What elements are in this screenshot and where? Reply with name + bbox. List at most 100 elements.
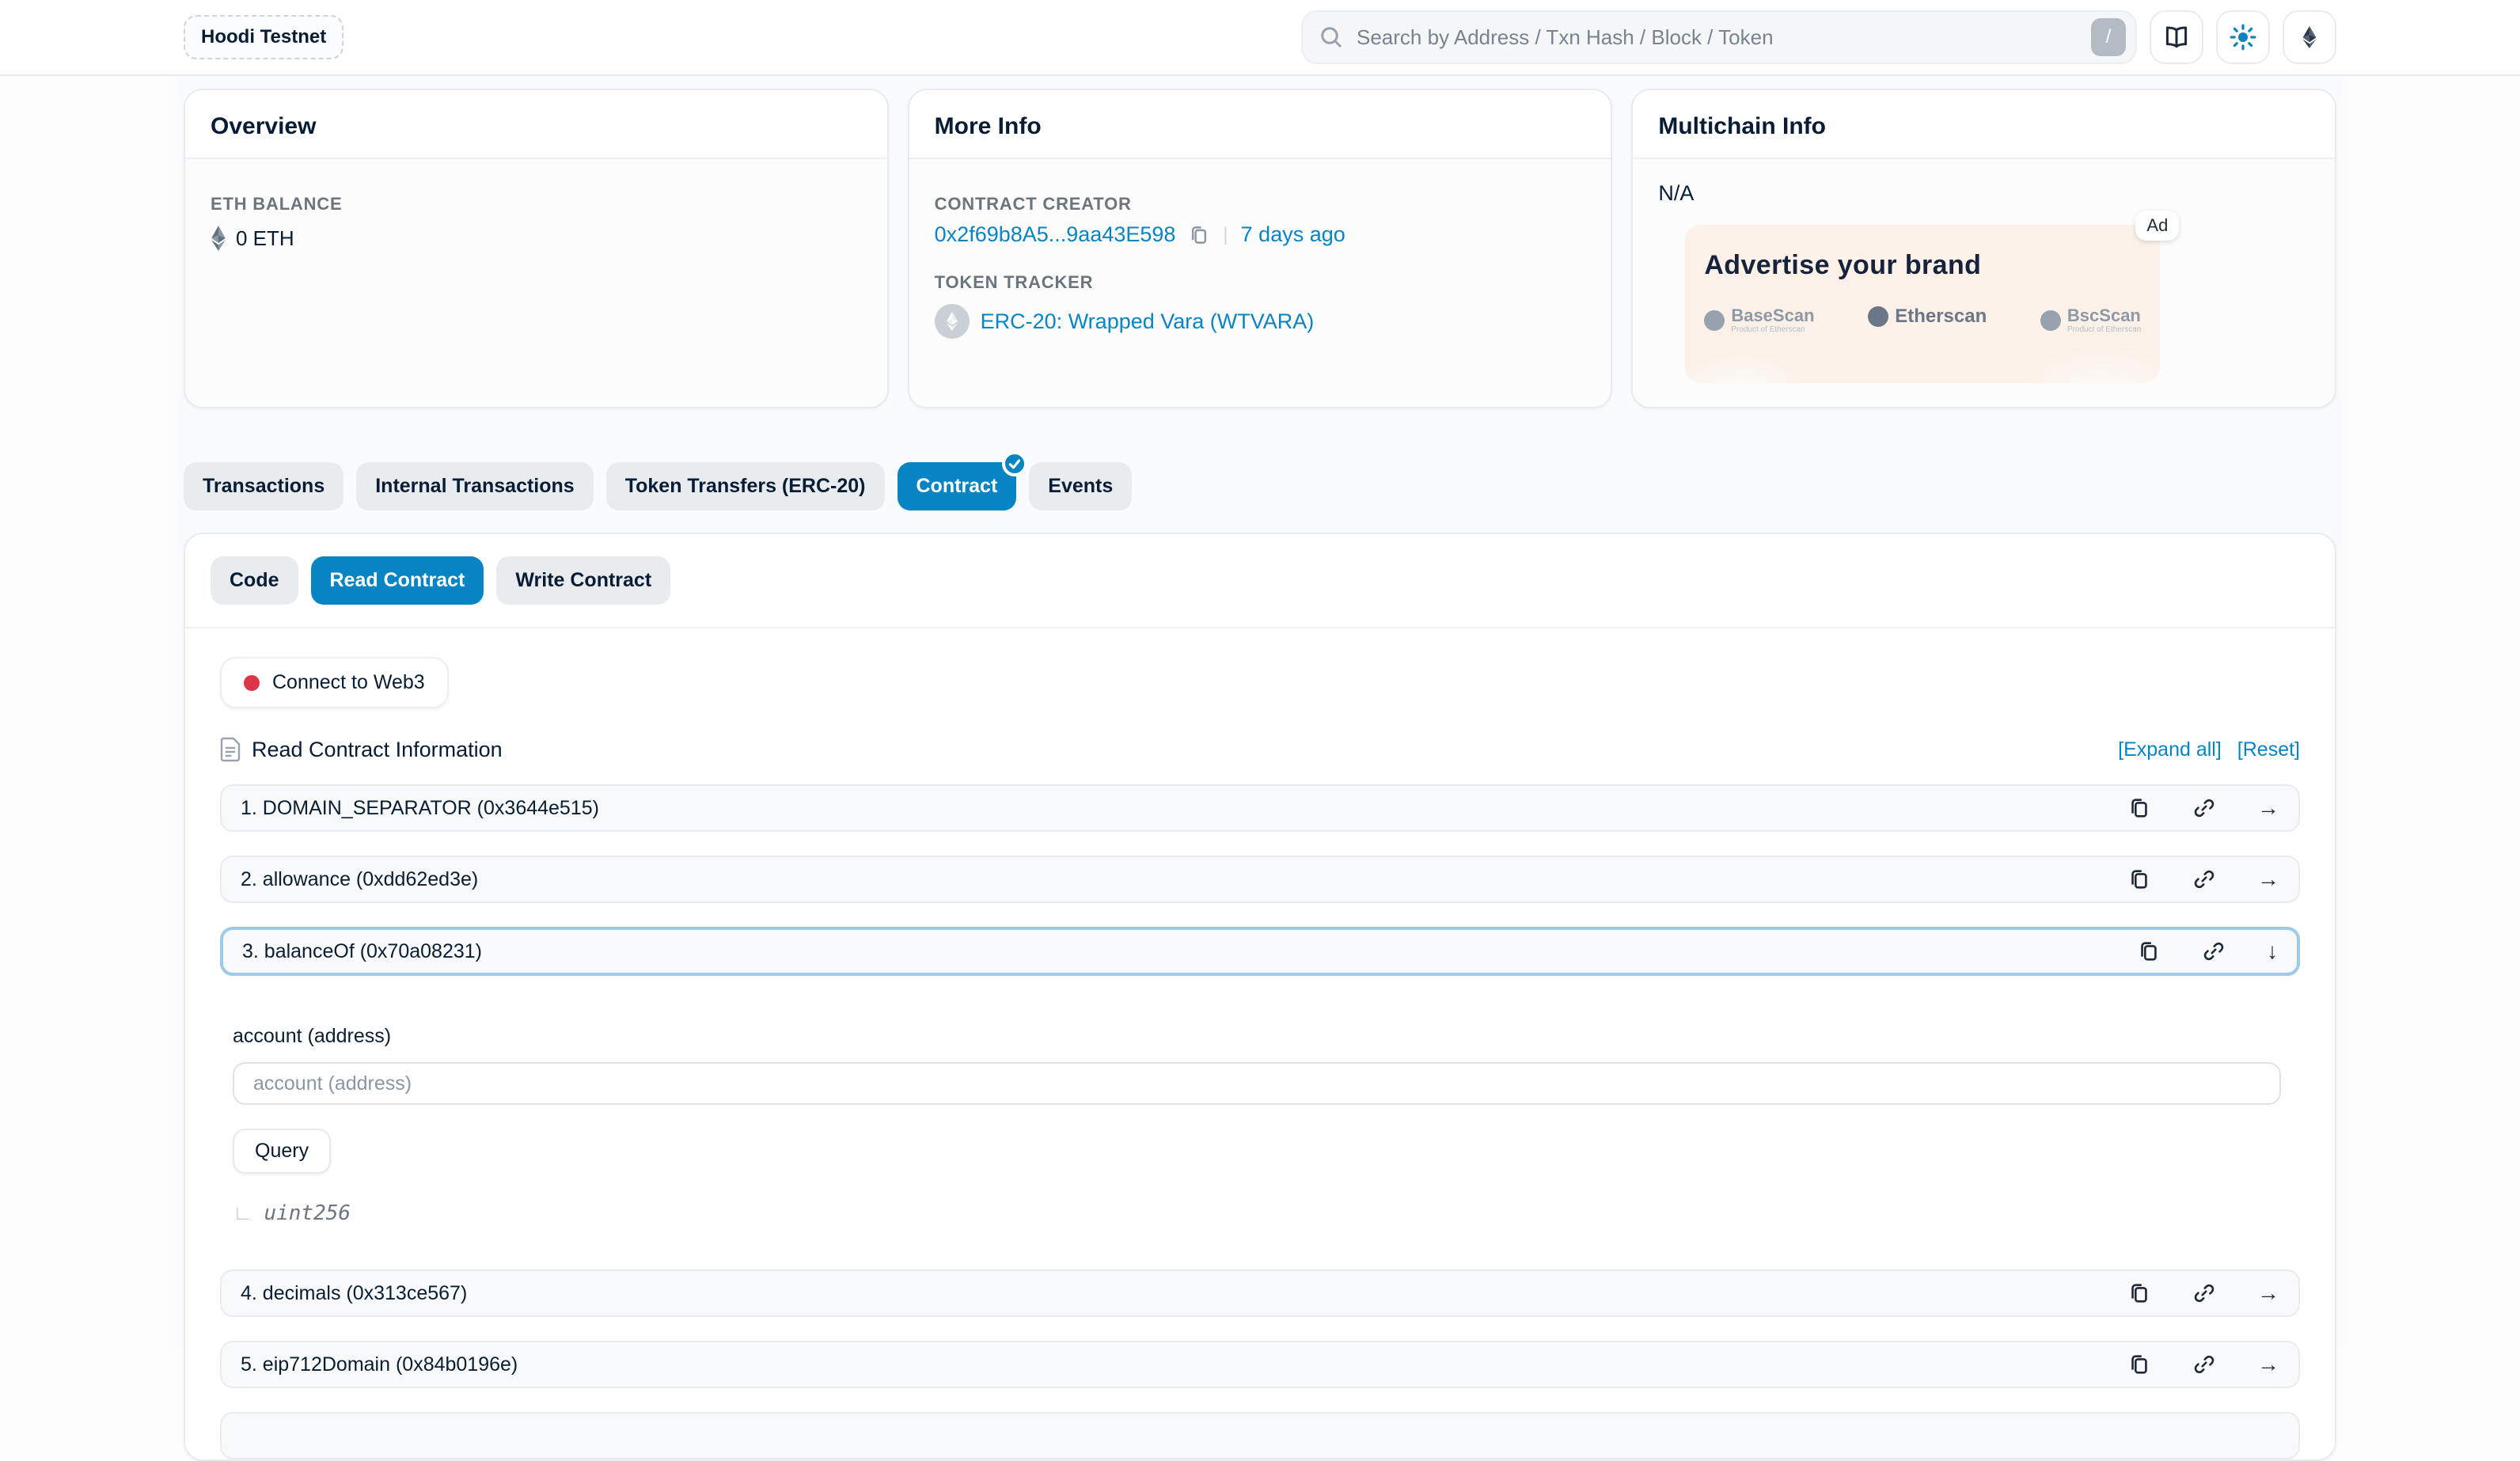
tab-contract-label: Contract [917, 475, 998, 497]
expand-arrow-icon[interactable]: → [2257, 868, 2279, 890]
function-label: 2. allowance (0xdd62ed3e) [241, 868, 478, 891]
copy-icon[interactable] [2127, 1281, 2151, 1305]
contract-panel: Code Read Contract Write Contract Connec… [184, 533, 2336, 1461]
document-icon [220, 737, 241, 762]
expand-all-link[interactable]: [Expand all] [2118, 738, 2222, 761]
copy-address-icon[interactable] [1188, 224, 1210, 246]
docs-button[interactable] [2150, 10, 2203, 64]
multichain-info-card: Multichain Info N/A Ad Advertise your br… [1631, 89, 2336, 408]
overview-title: Overview [211, 113, 316, 139]
copy-icon[interactable] [2127, 867, 2151, 891]
network-badge[interactable]: Hoodi Testnet [184, 15, 343, 59]
page-tabs: Transactions Internal Transactions Token… [184, 462, 2336, 510]
link-icon[interactable] [2192, 1353, 2216, 1376]
subtab-read-contract[interactable]: Read Contract [311, 556, 484, 605]
disconnected-status-dot [244, 675, 260, 691]
function-row-domain-separator[interactable]: 1. DOMAIN_SEPARATOR (0x3644e515) → [220, 784, 2300, 832]
sun-icon [2229, 23, 2257, 51]
tab-token-transfers[interactable]: Token Transfers (ERC-20) [606, 462, 885, 510]
tab-internal-transactions[interactable]: Internal Transactions [356, 462, 593, 510]
overview-card-body: ETH BALANCE 0 ETH [185, 159, 887, 408]
etherscan-logo-icon [1868, 306, 1888, 327]
search-input[interactable] [1357, 25, 2078, 50]
copy-icon[interactable] [2137, 939, 2161, 963]
contract-creator-label: CONTRACT CREATOR [935, 194, 1586, 214]
search-icon [1319, 25, 1344, 50]
tab-transactions[interactable]: Transactions [184, 462, 343, 510]
ad-chip: Ad [2135, 211, 2179, 241]
function-label: 3. balanceOf (0x70a08231) [242, 940, 482, 963]
connect-to-web3-label: Connect to Web3 [272, 671, 425, 694]
more-info-card-body: CONTRACT CREATOR 0x2f69b8A5...9aa43E598 … [909, 159, 1611, 408]
function-label: 4. decimals (0x313ce567) [241, 1282, 467, 1305]
brand-sub: Product of Etherscan [2067, 325, 2141, 334]
subtab-write-contract[interactable]: Write Contract [496, 556, 670, 605]
brand-name: Etherscan [1895, 306, 1987, 327]
account-address-input[interactable] [233, 1062, 2281, 1105]
ad-banner[interactable]: Ad Advertise your brand BaseScan Product… [1685, 225, 2160, 383]
function-row-allowance[interactable]: 2. allowance (0xdd62ed3e) → [220, 856, 2300, 903]
function-row-balanceof[interactable]: 3. balanceOf (0x70a08231) ↓ [220, 927, 2300, 976]
info-cards-row: Overview ETH BALANCE 0 ETH More Info CON… [184, 89, 2336, 408]
section-title: Read Contract Information [252, 738, 503, 762]
network-menu-button[interactable] [2283, 10, 2336, 64]
basescan-logo-icon [1704, 310, 1725, 331]
ad-brands-row: BaseScan Product of Etherscan Etherscan [1685, 281, 2160, 334]
function-row-partial[interactable] [220, 1412, 2300, 1459]
multichain-title: Multichain Info [1658, 113, 1826, 139]
param-label: account (address) [233, 1025, 2297, 1048]
search-shortcut-key: / [2091, 18, 2126, 56]
theme-toggle-button[interactable] [2216, 10, 2270, 64]
token-tracker-label: TOKEN TRACKER [935, 272, 1586, 293]
bscscan-logo-icon [2040, 310, 2061, 331]
copy-icon[interactable] [2127, 796, 2151, 820]
more-info-card: More Info CONTRACT CREATOR 0x2f69b8A5...… [908, 89, 1613, 408]
brand-bscscan: BscScan Product of Etherscan [2040, 306, 2141, 334]
contract-creator-address-link[interactable]: 0x2f69b8A5...9aa43E598 [935, 222, 1176, 247]
tab-events[interactable]: Events [1029, 462, 1132, 510]
creation-time-link[interactable]: 7 days ago [1241, 222, 1345, 247]
expand-arrow-icon[interactable]: → [2257, 1353, 2279, 1376]
read-functions-list: 1. DOMAIN_SEPARATOR (0x3644e515) → 2. al… [220, 784, 2300, 1459]
subtab-code[interactable]: Code [211, 556, 298, 605]
link-icon[interactable] [2192, 796, 2216, 820]
expand-arrow-icon[interactable]: → [2257, 797, 2279, 819]
link-icon[interactable] [2192, 1281, 2216, 1305]
query-button[interactable]: Query [233, 1129, 331, 1174]
brand-name: BscScan [2067, 306, 2141, 325]
brand-name: BaseScan [1731, 306, 1814, 325]
link-icon[interactable] [2202, 939, 2226, 963]
multichain-card-header: Multichain Info [1633, 90, 2335, 159]
output-branch-glyph: ∟ [233, 1201, 252, 1225]
more-info-card-header: More Info [909, 90, 1611, 159]
brand-sub: Product of Etherscan [1731, 325, 1814, 334]
expand-arrow-icon[interactable]: → [2257, 1282, 2279, 1304]
balanceof-expanded-body: account (address) Query ∟ uint256 [220, 1000, 2300, 1269]
book-icon [2162, 23, 2191, 51]
reset-link[interactable]: [Reset] [2237, 738, 2300, 761]
separator: | [1223, 224, 1228, 246]
eth-balance-label: ETH BALANCE [211, 194, 862, 214]
eth-glyph-icon [211, 226, 226, 251]
collapse-arrow-icon[interactable]: ↓ [2267, 940, 2278, 962]
contract-subtabs: Code Read Contract Write Contract [185, 534, 2335, 628]
token-tracker-link[interactable]: ERC-20: Wrapped Vara (WTVARA) [981, 309, 1315, 334]
tab-contract[interactable]: Contract [898, 462, 1017, 510]
ethereum-icon [2297, 25, 2322, 50]
output-type: uint256 [264, 1201, 351, 1225]
output-type-row: ∟ uint256 [233, 1201, 2297, 1225]
overview-card: Overview ETH BALANCE 0 ETH [184, 89, 889, 408]
eth-balance-value: 0 ETH [236, 226, 294, 251]
overview-card-header: Overview [185, 90, 887, 159]
brand-etherscan: Etherscan [1868, 306, 1987, 327]
connect-to-web3-button[interactable]: Connect to Web3 [220, 657, 449, 708]
verified-check-icon [1002, 451, 1027, 476]
link-icon[interactable] [2192, 867, 2216, 891]
brand-basescan: BaseScan Product of Etherscan [1704, 306, 1814, 334]
multichain-card-body: N/A Ad Advertise your brand BaseScan Pro… [1633, 159, 2335, 408]
token-logo-icon [935, 304, 970, 339]
copy-icon[interactable] [2127, 1353, 2151, 1376]
search-bar[interactable]: / [1301, 10, 2137, 64]
function-row-decimals[interactable]: 4. decimals (0x313ce567) → [220, 1269, 2300, 1317]
function-row-eip712domain[interactable]: 5. eip712Domain (0x84b0196e) → [220, 1341, 2300, 1388]
